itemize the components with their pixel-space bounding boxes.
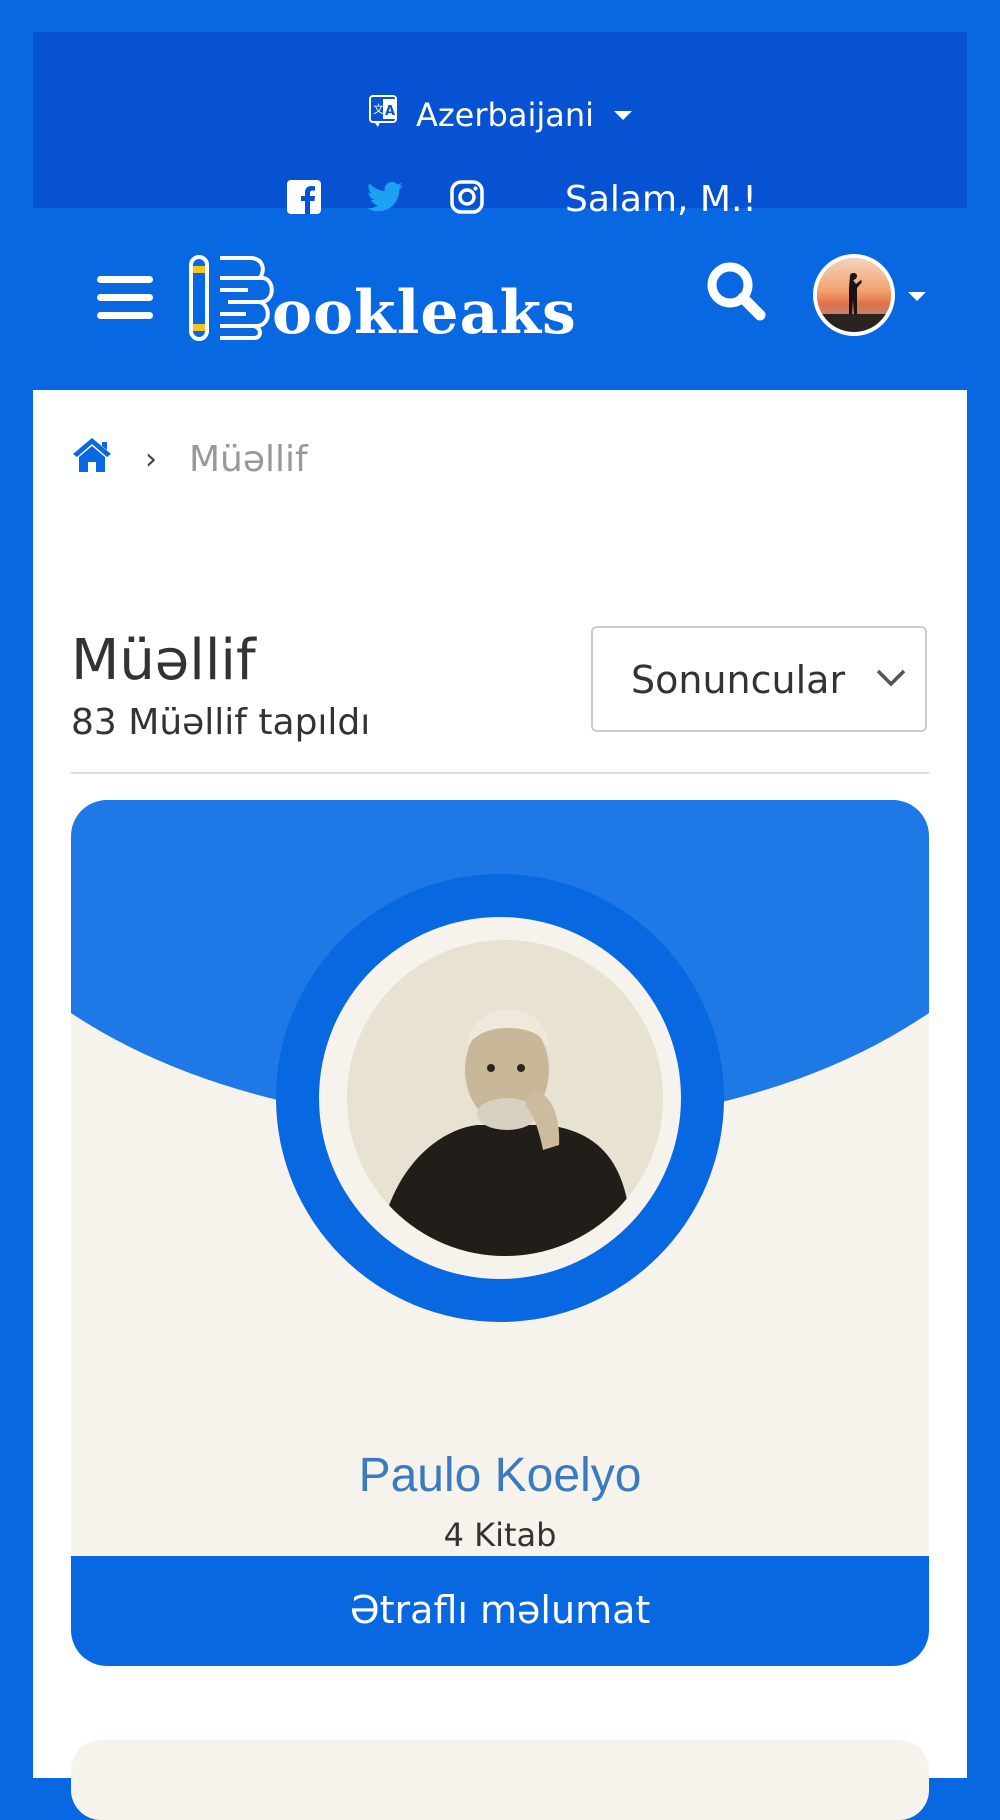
page-title: Müəllif	[71, 628, 256, 693]
divider	[71, 772, 929, 774]
logo-text: ookleaks	[272, 278, 577, 348]
author-card[interactable]: Paulo Koelyo 4 Kitab Ətraflı məlumat	[71, 800, 929, 1666]
chevron-down-icon	[875, 668, 907, 692]
svg-text:文: 文	[373, 102, 384, 116]
navbar: ookleaks	[33, 208, 967, 388]
author-name[interactable]: Paulo Koelyo	[71, 1448, 929, 1503]
language-selector[interactable]: 文 A Azerbaijani	[33, 94, 967, 136]
author-book-count: 4 Kitab	[443, 1516, 557, 1554]
book-logo-icon	[189, 255, 274, 341]
more-info-button[interactable]: Ətraflı məlumat	[71, 1556, 929, 1666]
author-photo	[347, 940, 663, 1256]
author-card[interactable]	[71, 1740, 929, 1820]
home-icon[interactable]	[71, 436, 113, 478]
breadcrumb-separator: ›	[145, 442, 157, 477]
sort-select[interactable]: Sonuncular	[591, 626, 927, 732]
language-label: Azerbaijani	[415, 96, 594, 134]
sort-selected-value: Sonuncular	[631, 658, 846, 702]
chevron-down-icon	[614, 110, 633, 120]
breadcrumb-current: Müəllif	[189, 439, 308, 480]
search-icon[interactable]	[705, 260, 775, 330]
chevron-down-icon	[908, 292, 926, 301]
site-logo[interactable]: ookleaks	[188, 254, 576, 348]
user-menu[interactable]	[813, 254, 933, 336]
top-bar: 文 A Azerbaijani Salam, M.!	[33, 32, 967, 220]
translate-icon: 文 A	[368, 94, 400, 136]
menu-icon[interactable]	[97, 276, 153, 320]
svg-text:A: A	[385, 104, 395, 119]
main-content: › Müəllif Müəllif 83 Müəllif tapıldı Son…	[33, 390, 967, 1820]
avatar[interactable]	[813, 254, 895, 336]
result-count: 83 Müəllif tapıldı	[71, 702, 371, 743]
